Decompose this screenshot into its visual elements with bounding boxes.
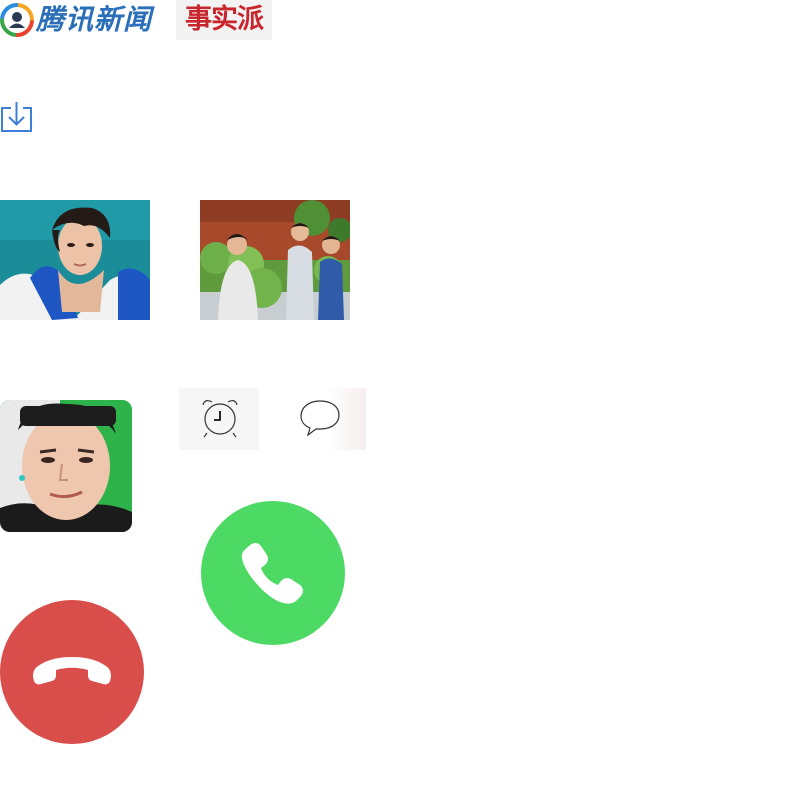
garden-group-photo <box>200 200 350 320</box>
phone-icon <box>241 543 303 604</box>
download-icon[interactable] <box>0 100 34 134</box>
page: 腾讯新闻 事实派 <box>0 0 800 800</box>
tencent-news-logo: 腾讯新闻 <box>0 0 152 40</box>
fact-column-logo-text: 事实派 <box>185 4 264 35</box>
caller-avatar <box>0 400 132 532</box>
remind-me-tile[interactable] <box>179 388 259 450</box>
tencent-news-logo-text: 腾讯新闻 <box>36 3 153 36</box>
phone-hangup-icon <box>33 657 111 685</box>
portrait-photo <box>0 200 150 320</box>
fact-column-logo: 事实派 <box>176 0 272 40</box>
decline-call-button[interactable] <box>0 600 144 744</box>
alarm-clock-icon <box>202 399 238 438</box>
speech-bubble-icon <box>300 400 340 437</box>
tencent-news-mark-icon <box>0 3 34 37</box>
message-tile[interactable] <box>280 388 366 450</box>
accept-call-button[interactable] <box>201 501 345 645</box>
